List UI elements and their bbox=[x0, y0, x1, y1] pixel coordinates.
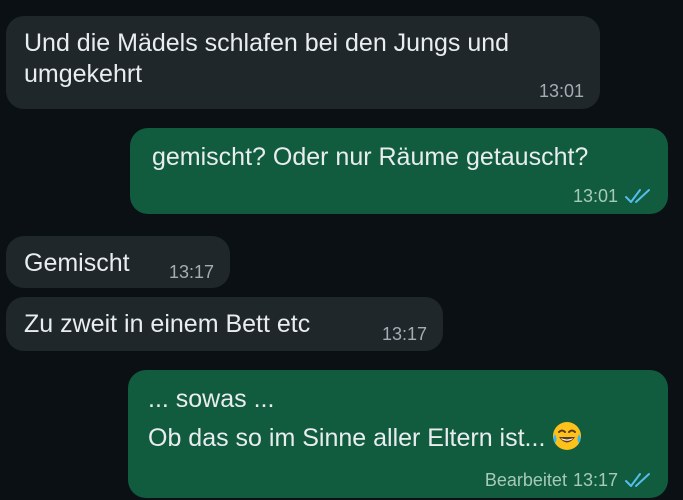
incoming-message[interactable]: Zu zweit in einem Bett etc 13:17 bbox=[6, 297, 443, 351]
message-text: Ob das so im Sinne aller Eltern ist... bbox=[148, 424, 546, 452]
message-meta: Bearbeitet 13:17 bbox=[485, 469, 652, 491]
message-meta: 13:17 bbox=[382, 323, 427, 345]
message-time: 13:01 bbox=[538, 81, 584, 101]
message-text: Zu zweit in einem Bett etc bbox=[24, 310, 311, 338]
edited-label: Bearbeitet bbox=[484, 470, 567, 490]
message-time: 13:17 bbox=[572, 470, 618, 490]
read-double-check-icon bbox=[625, 473, 650, 487]
message-text-line: Ob das so im Sinne aller Eltern ist... bbox=[148, 420, 650, 454]
chat-message-list[interactable]: Und die Mädels schlafen bei den Jungs un… bbox=[0, 0, 683, 500]
incoming-message[interactable]: Und die Mädels schlafen bei den Jungs un… bbox=[6, 16, 600, 109]
tears-of-joy-emoji-icon bbox=[553, 422, 582, 450]
message-time: 13:17 bbox=[381, 324, 427, 344]
message-text: ... sowas ... bbox=[148, 385, 275, 413]
incoming-message[interactable]: Gemischt 13:17 bbox=[6, 236, 230, 288]
message-meta: 13:01 bbox=[573, 185, 652, 207]
message-text: Und die Mädels schlafen bei den Jungs un… bbox=[24, 29, 510, 57]
message-meta: 13:17 bbox=[169, 261, 214, 283]
outgoing-message[interactable]: gemischt? Oder nur Räume getauscht? 13:0… bbox=[130, 128, 668, 214]
read-double-check-icon bbox=[625, 189, 650, 203]
message-time: 13:17 bbox=[168, 262, 214, 282]
message-meta: 13:01 bbox=[539, 80, 584, 102]
message-time: 13:01 bbox=[572, 186, 618, 206]
message-text: umgekehrt bbox=[24, 60, 143, 88]
outgoing-message[interactable]: ... sowas ... Ob das so im Sinne aller E… bbox=[128, 370, 668, 498]
message-text: gemischt? Oder nur Räume getauscht? bbox=[152, 143, 589, 171]
